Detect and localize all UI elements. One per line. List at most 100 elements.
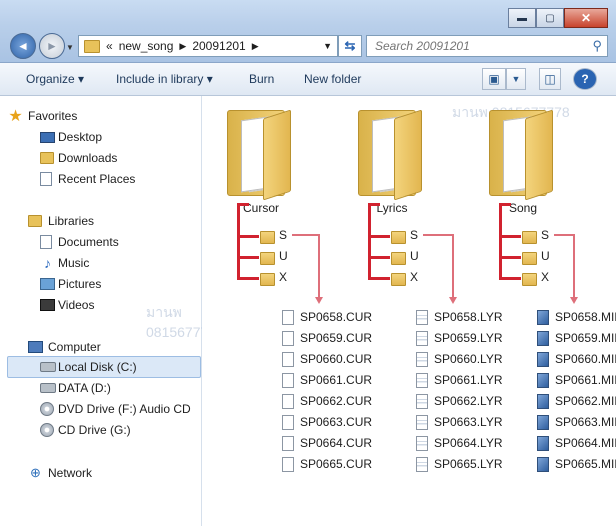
file-item[interactable]: SP0659.LYR bbox=[416, 328, 503, 348]
folder-song[interactable] bbox=[489, 104, 555, 201]
folder-lyrics[interactable] bbox=[358, 104, 424, 201]
file-icon bbox=[416, 330, 428, 346]
nav-dvd-drive-f[interactable]: DVD Drive (F:) Audio CD bbox=[40, 400, 191, 418]
subfolder-icon[interactable] bbox=[391, 252, 406, 265]
nav-documents[interactable]: Documents bbox=[40, 233, 119, 251]
file-item[interactable]: SP0664.CUR bbox=[282, 433, 372, 453]
file-icon bbox=[416, 414, 428, 430]
subfolder-icon[interactable] bbox=[391, 231, 406, 244]
refresh-button[interactable]: ⇆ bbox=[338, 35, 362, 57]
file-icon bbox=[282, 330, 294, 346]
subfolder-icon[interactable] bbox=[522, 231, 537, 244]
subfolder-icon[interactable] bbox=[260, 252, 275, 265]
subfolder-icon[interactable] bbox=[522, 273, 537, 286]
help-icon[interactable]: ? bbox=[573, 68, 597, 90]
preview-pane-icon[interactable]: ◫ bbox=[539, 68, 561, 90]
file-item[interactable]: SP0661.CUR bbox=[282, 370, 372, 390]
file-item[interactable]: SP0659.CUR bbox=[282, 328, 372, 348]
subfolder-label-x[interactable]: X bbox=[279, 270, 287, 284]
nav-data-d[interactable]: DATA (D:) bbox=[40, 379, 111, 397]
file-name: SP0663.LYR bbox=[434, 415, 503, 429]
new-folder-button[interactable]: New folder bbox=[304, 72, 361, 86]
subfolder-icon[interactable] bbox=[391, 273, 406, 286]
view-options-chevron-icon[interactable]: ▼ bbox=[506, 68, 526, 90]
file-item[interactable]: SP0665.LYR bbox=[416, 454, 503, 474]
nav-network[interactable]: ⊕ Network bbox=[30, 464, 92, 482]
network-icon: ⊕ bbox=[30, 465, 41, 480]
file-icon bbox=[416, 351, 428, 367]
nav-label: Recent Places bbox=[58, 172, 136, 186]
nav-label: Videos bbox=[58, 298, 95, 312]
nav-pictures[interactable]: Pictures bbox=[40, 275, 101, 293]
back-button[interactable]: ◄ bbox=[10, 33, 36, 59]
close-button[interactable]: ✕ bbox=[564, 8, 608, 28]
file-item[interactable]: SP0660.LYR bbox=[416, 349, 503, 369]
breadcrumb-new-song[interactable]: new_song bbox=[119, 39, 174, 53]
nav-music[interactable]: ♪ Music bbox=[44, 254, 89, 272]
breadcrumb-overflow[interactable]: « bbox=[106, 39, 113, 53]
nav-downloads[interactable]: Downloads bbox=[40, 149, 117, 167]
file-item[interactable]: SP0660.MID bbox=[537, 349, 616, 369]
subfolder-label-u[interactable]: U bbox=[410, 249, 419, 263]
address-bar[interactable]: « new_song ▶ 20091201 ▶ ▼ bbox=[78, 35, 338, 57]
chevron-down-icon[interactable]: ▼ bbox=[323, 41, 332, 51]
subfolder-icon[interactable] bbox=[260, 231, 275, 244]
file-item[interactable]: SP0664.LYR bbox=[416, 433, 503, 453]
file-icon bbox=[282, 372, 294, 388]
file-item[interactable]: SP0658.CUR bbox=[282, 307, 372, 327]
forward-button[interactable]: ► bbox=[39, 33, 65, 59]
organize-button[interactable]: Organize ▾ bbox=[26, 72, 84, 86]
file-item[interactable]: SP0662.LYR bbox=[416, 391, 503, 411]
subfolder-label-u[interactable]: U bbox=[279, 249, 288, 263]
file-item[interactable]: SP0661.LYR bbox=[416, 370, 503, 390]
folder-cursor[interactable] bbox=[227, 104, 293, 201]
file-item[interactable]: SP0663.LYR bbox=[416, 412, 503, 432]
nav-videos[interactable]: Videos bbox=[40, 296, 95, 314]
file-item[interactable]: SP0660.CUR bbox=[282, 349, 372, 369]
chevron-right-icon[interactable]: ▶ bbox=[179, 41, 186, 52]
file-icon bbox=[537, 330, 549, 346]
search-input[interactable] bbox=[373, 38, 577, 54]
file-item[interactable]: SP0665.CUR bbox=[282, 454, 372, 474]
arrow-line bbox=[554, 234, 573, 236]
maximize-button[interactable]: ▢ bbox=[536, 8, 564, 28]
file-item[interactable]: SP0664.MID bbox=[537, 433, 616, 453]
file-item[interactable]: SP0665.MID bbox=[537, 454, 616, 474]
subfolder-label-u[interactable]: U bbox=[541, 249, 550, 263]
file-item[interactable]: SP0662.MID bbox=[537, 391, 616, 411]
subfolder-label-s[interactable]: S bbox=[410, 228, 418, 242]
subfolder-label-s[interactable]: S bbox=[541, 228, 549, 242]
include-in-library-button[interactable]: Include in library ▾ bbox=[116, 72, 213, 86]
subfolder-label-x[interactable]: X bbox=[541, 270, 549, 284]
nav-computer[interactable]: Computer bbox=[28, 338, 101, 356]
breadcrumb-20091201[interactable]: 20091201 bbox=[192, 39, 245, 53]
subfolder-icon[interactable] bbox=[522, 252, 537, 265]
nav-label: Computer bbox=[48, 340, 101, 354]
nav-local-disk-c[interactable]: Local Disk (C:) bbox=[40, 358, 137, 376]
search-box[interactable]: ⚲ bbox=[366, 35, 608, 57]
file-item[interactable]: SP0662.CUR bbox=[282, 391, 372, 411]
file-item[interactable]: SP0658.MID bbox=[537, 307, 616, 327]
file-name: SP0662.LYR bbox=[434, 394, 503, 408]
file-item[interactable]: SP0661.MID bbox=[537, 370, 616, 390]
search-icon[interactable]: ⚲ bbox=[592, 38, 602, 54]
tree-line bbox=[499, 235, 521, 238]
subfolder-icon[interactable] bbox=[260, 273, 275, 286]
file-item[interactable]: SP0663.MID bbox=[537, 412, 616, 432]
nav-recent-places[interactable]: Recent Places bbox=[40, 170, 136, 188]
change-view-icon[interactable]: ▣ bbox=[482, 68, 506, 90]
subfolder-label-x[interactable]: X bbox=[410, 270, 418, 284]
file-item[interactable]: SP0659.MID bbox=[537, 328, 616, 348]
nav-favorites[interactable]: ★ Favorites bbox=[8, 107, 77, 125]
recent-pages-dropdown[interactable]: ▼ bbox=[66, 43, 74, 52]
minimize-button[interactable]: ▬ bbox=[508, 8, 536, 28]
subfolder-label-s[interactable]: S bbox=[279, 228, 287, 242]
file-item[interactable]: SP0663.CUR bbox=[282, 412, 372, 432]
nav-cd-drive-g[interactable]: CD Drive (G:) bbox=[40, 421, 131, 439]
chevron-right-icon[interactable]: ▶ bbox=[252, 41, 259, 52]
nav-libraries[interactable]: Libraries bbox=[28, 212, 94, 230]
burn-button[interactable]: Burn bbox=[249, 72, 274, 86]
file-item[interactable]: SP0658.LYR bbox=[416, 307, 503, 327]
nav-desktop[interactable]: Desktop bbox=[40, 128, 102, 146]
file-name: SP0659.CUR bbox=[300, 331, 373, 345]
